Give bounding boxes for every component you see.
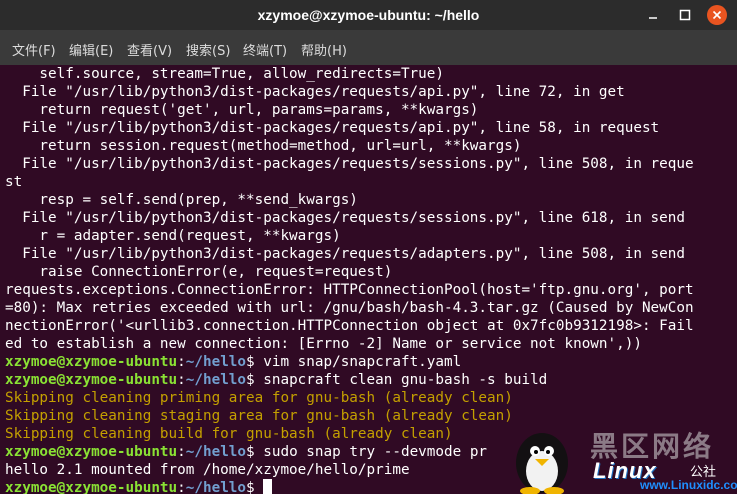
terminal-text: st bbox=[5, 174, 23, 190]
menu-file[interactable]: 文件(F) bbox=[12, 40, 56, 59]
maximize-button[interactable] bbox=[675, 5, 695, 25]
terminal-line: =80): Max retries exceeded with url: /gn… bbox=[5, 299, 737, 317]
terminal-text: File "/usr/lib/python3/dist-packages/req… bbox=[5, 120, 660, 136]
terminal-line: xzymoe@xzymoe-ubuntu:~/hello$ bbox=[5, 479, 737, 494]
terminal-output[interactable]: self.source, stream=True, allow_redirect… bbox=[0, 65, 737, 494]
terminal-line: nectionError('<urllib3.connection.HTTPCo… bbox=[5, 317, 737, 335]
terminal-line: r = adapter.send(request, **kwargs) bbox=[5, 227, 737, 245]
terminal-text: $ vim snap/snapcraft.yaml bbox=[246, 354, 462, 370]
menu-bar: 文件(F) 编辑(E) 查看(V) 搜索(S) 终端(T) 帮助(H) bbox=[0, 30, 737, 65]
menu-search[interactable]: 搜索(S) bbox=[186, 40, 230, 59]
terminal-text: self.source, stream=True, allow_redirect… bbox=[5, 66, 444, 82]
terminal-line: requests.exceptions.ConnectionError: HTT… bbox=[5, 281, 737, 299]
prompt-user: xzymoe@xzymoe-ubuntu bbox=[5, 354, 178, 370]
terminal-text: File "/usr/lib/python3/dist-packages/req… bbox=[5, 210, 685, 226]
close-icon bbox=[712, 10, 722, 20]
terminal-line: resp = self.send(prep, **send_kwargs) bbox=[5, 191, 737, 209]
prompt-path: ~/hello bbox=[185, 372, 247, 388]
window-title: xzymoe@xzymoe-ubuntu: ~/hello bbox=[257, 7, 480, 23]
prompt-user: xzymoe@xzymoe-ubuntu bbox=[5, 480, 178, 494]
snapcraft-message: Skipping cleaning staging area for gnu-b… bbox=[5, 408, 513, 424]
terminal-text: return request('get', url, params=params… bbox=[5, 102, 479, 118]
terminal-text: =80): Max retries exceeded with url: /gn… bbox=[5, 300, 694, 316]
terminal-text: raise ConnectionError(e, request=request… bbox=[5, 264, 393, 280]
terminal-text: nectionError('<urllib3.connection.HTTPCo… bbox=[5, 318, 694, 334]
terminal-text: $ snapcraft clean gnu-bash -s build bbox=[246, 372, 548, 388]
terminal-line: Skipping cleaning staging area for gnu-b… bbox=[5, 407, 737, 425]
terminal-text: : bbox=[177, 444, 186, 460]
terminal-text: r = adapter.send(request, **kwargs) bbox=[5, 228, 341, 244]
terminal-text: File "/usr/lib/python3/dist-packages/req… bbox=[5, 156, 694, 172]
terminal-window: xzymoe@xzymoe-ubuntu: ~/hello 文件(F) 编辑(E… bbox=[0, 0, 737, 494]
terminal-line: File "/usr/lib/python3/dist-packages/req… bbox=[5, 209, 737, 227]
terminal-text: : bbox=[177, 354, 186, 370]
terminal-line: raise ConnectionError(e, request=request… bbox=[5, 263, 737, 281]
menu-terminal[interactable]: 终端(T) bbox=[243, 40, 287, 59]
prompt-user: xzymoe@xzymoe-ubuntu bbox=[5, 444, 178, 460]
terminal-text: requests.exceptions.ConnectionError: HTT… bbox=[5, 282, 694, 298]
terminal-line: xzymoe@xzymoe-ubuntu:~/hello$ vim snap/s… bbox=[5, 353, 737, 371]
terminal-text: File "/usr/lib/python3/dist-packages/req… bbox=[5, 84, 625, 100]
terminal-line: File "/usr/lib/python3/dist-packages/req… bbox=[5, 119, 737, 137]
maximize-icon bbox=[679, 9, 691, 21]
terminal-line: hello 2.1 mounted from /home/xzymoe/hell… bbox=[5, 461, 737, 479]
prompt-path: ~/hello bbox=[185, 354, 247, 370]
terminal-line: ed to establish a new connection: [Errno… bbox=[5, 335, 737, 353]
terminal-line: Skipping cleaning priming area for gnu-b… bbox=[5, 389, 737, 407]
terminal-line: File "/usr/lib/python3/dist-packages/req… bbox=[5, 245, 737, 263]
terminal-line: st bbox=[5, 173, 737, 191]
terminal-text: : bbox=[177, 372, 186, 388]
terminal-text: : bbox=[177, 480, 186, 494]
terminal-text: ed to establish a new connection: [Errno… bbox=[5, 336, 642, 352]
snapcraft-message: Skipping cleaning priming area for gnu-b… bbox=[5, 390, 513, 406]
prompt-path: ~/hello bbox=[185, 444, 247, 460]
terminal-text: hello 2.1 mounted from /home/xzymoe/hell… bbox=[5, 462, 410, 478]
prompt-user: xzymoe@xzymoe-ubuntu bbox=[5, 372, 178, 388]
menu-help[interactable]: 帮助(H) bbox=[301, 40, 347, 59]
snapcraft-message: Skipping cleaning build for gnu-bash (al… bbox=[5, 426, 453, 442]
minimize-icon bbox=[649, 17, 657, 19]
menu-view[interactable]: 查看(V) bbox=[127, 40, 172, 59]
terminal-line: File "/usr/lib/python3/dist-packages/req… bbox=[5, 155, 737, 173]
terminal-text: return session.request(method=method, ur… bbox=[5, 138, 522, 154]
terminal-line: self.source, stream=True, allow_redirect… bbox=[5, 65, 737, 83]
terminal-line: return session.request(method=method, ur… bbox=[5, 137, 737, 155]
minimize-button[interactable] bbox=[643, 5, 663, 25]
terminal-text: resp = self.send(prep, **send_kwargs) bbox=[5, 192, 358, 208]
terminal-cursor bbox=[263, 479, 273, 494]
terminal-line: Skipping cleaning build for gnu-bash (al… bbox=[5, 425, 737, 443]
title-bar[interactable]: xzymoe@xzymoe-ubuntu: ~/hello bbox=[0, 0, 737, 30]
prompt-path: ~/hello bbox=[185, 480, 247, 494]
terminal-line: xzymoe@xzymoe-ubuntu:~/hello$ snapcraft … bbox=[5, 371, 737, 389]
terminal-text: $ sudo snap try --devmode pr bbox=[246, 444, 488, 460]
terminal-line: return request('get', url, params=params… bbox=[5, 101, 737, 119]
terminal-text: File "/usr/lib/python3/dist-packages/req… bbox=[5, 246, 685, 262]
close-button[interactable] bbox=[707, 5, 727, 25]
terminal-line: File "/usr/lib/python3/dist-packages/req… bbox=[5, 83, 737, 101]
terminal-text: $ bbox=[246, 480, 264, 494]
terminal-line: xzymoe@xzymoe-ubuntu:~/hello$ sudo snap … bbox=[5, 443, 737, 461]
menu-edit[interactable]: 编辑(E) bbox=[69, 40, 113, 59]
